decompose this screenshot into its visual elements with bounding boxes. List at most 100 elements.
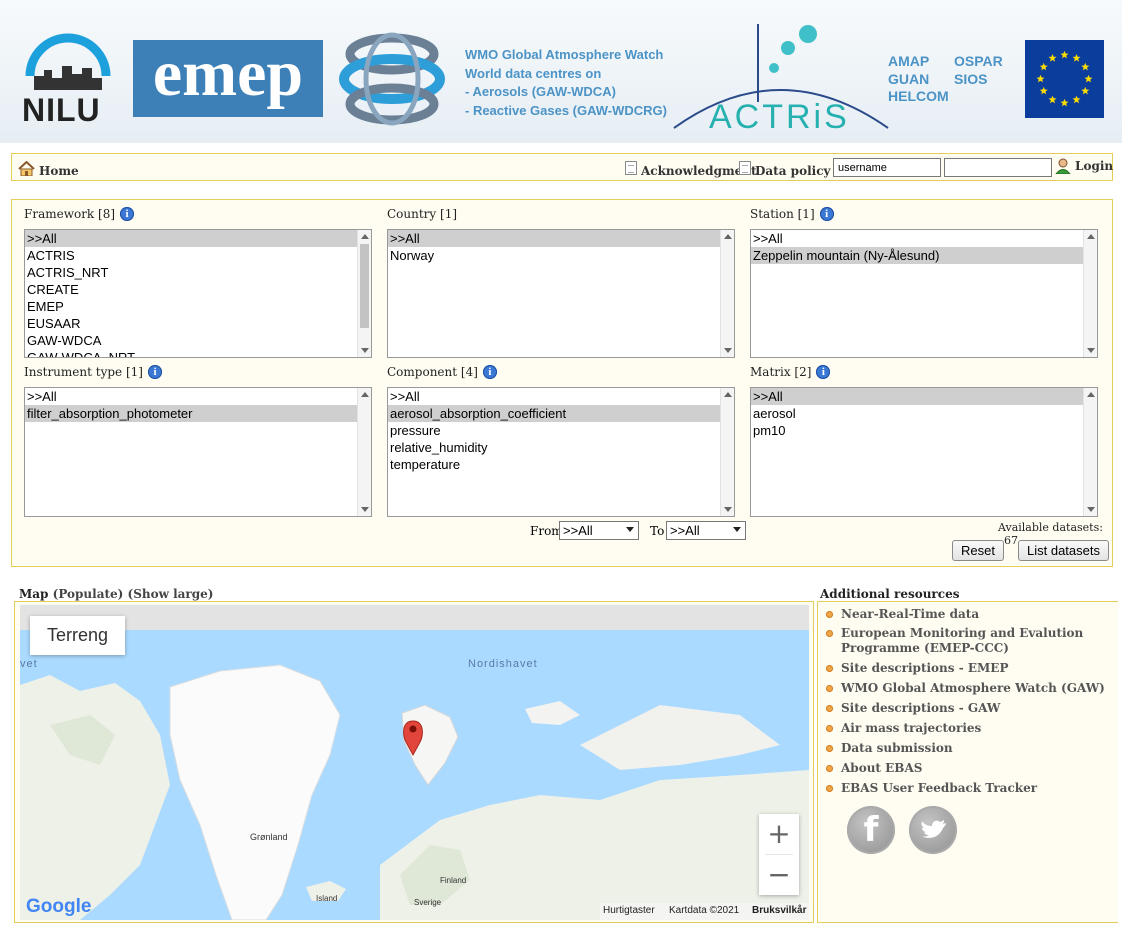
wmo-line: World data centres on	[465, 65, 602, 81]
framework-label: Framework [8]	[24, 207, 116, 221]
component-label-row: Component [4] i	[387, 365, 497, 379]
framework-option[interactable]: GAW-WDCA	[25, 332, 371, 349]
framework-label-row: Framework [8] i	[24, 207, 135, 221]
map-canvas[interactable]: Grønland Island Finland Sverige Nordisha…	[20, 605, 809, 920]
instrument-type-option[interactable]: filter_absorption_photometer	[25, 405, 357, 422]
framework-scrollbar[interactable]	[357, 230, 371, 357]
info-icon[interactable]: i	[120, 207, 135, 221]
show-large-link[interactable]: (Show large)	[128, 587, 214, 601]
available-datasets-label: Available datasets:	[998, 521, 1103, 534]
facebook-icon[interactable]: f	[847, 806, 895, 854]
network-label: HELCOM	[888, 88, 949, 104]
list-datasets-button[interactable]: List datasets	[1018, 540, 1109, 561]
login-button[interactable]: Login	[1055, 158, 1113, 174]
info-icon[interactable]: i	[482, 365, 497, 379]
country-option[interactable]: Norway	[388, 247, 734, 264]
info-icon[interactable]: i	[147, 365, 162, 379]
password-input[interactable]	[944, 158, 1052, 177]
station-option[interactable]: Zeppelin mountain (Ny-Ålesund)	[751, 247, 1083, 264]
framework-option[interactable]: ACTRIS	[25, 247, 371, 264]
matrix-option[interactable]: >>All	[751, 388, 1083, 405]
resource-label: Near-Real-Time data	[841, 607, 980, 621]
framework-option[interactable]: GAW-WDCA_NRT	[25, 349, 371, 357]
component-label: Component [4]	[387, 365, 478, 379]
zoom-in-button[interactable]: +	[759, 814, 799, 854]
framework-option[interactable]: CREATE	[25, 281, 371, 298]
component-option[interactable]: >>All	[388, 388, 734, 405]
reset-button[interactable]: Reset	[952, 540, 1004, 561]
resource-label: Air mass trajectories	[841, 721, 982, 735]
resource-link[interactable]: Data submission	[826, 741, 953, 756]
document-icon	[739, 161, 751, 175]
component-option[interactable]: temperature	[388, 456, 734, 473]
country-listbox[interactable]: >>All Norway	[387, 229, 735, 358]
populate-link[interactable]: (Populate)	[53, 587, 124, 601]
from-date-value: >>All	[563, 523, 593, 538]
resource-link[interactable]: Site descriptions - GAW	[826, 701, 1000, 716]
framework-option[interactable]: >>All	[25, 230, 371, 247]
bullet-icon	[826, 785, 833, 792]
component-listbox[interactable]: >>All aerosol_absorption_coefficient pre…	[387, 387, 735, 517]
resource-label: Data submission	[841, 741, 953, 755]
resource-label: About EBAS	[841, 761, 923, 775]
username-input[interactable]	[833, 158, 941, 177]
framework-option[interactable]: ACTRIS_NRT	[25, 264, 371, 281]
resource-link[interactable]: European Monitoring and Evalution Progra…	[826, 626, 1106, 656]
resource-link[interactable]: WMO Global Atmosphere Watch (GAW)	[826, 681, 1105, 696]
acknowledgment-link[interactable]: Acknowledgment	[625, 158, 757, 178]
network-label: GUAN	[888, 70, 930, 87]
instrument-type-listbox[interactable]: >>All filter_absorption_photometer	[24, 387, 372, 517]
data-policy-label: Data policy	[755, 164, 831, 178]
component-option[interactable]: aerosol_absorption_coefficient	[388, 405, 720, 422]
country-label: Country [1]	[387, 207, 458, 221]
station-label: Station [1]	[750, 207, 815, 221]
to-label: To	[650, 524, 665, 538]
twitter-bird-icon	[921, 820, 946, 838]
emep-logo: emep	[133, 40, 323, 117]
data-policy-link[interactable]: Data policy	[739, 158, 830, 178]
station-listbox[interactable]: >>All Zeppelin mountain (Ny-Ålesund)	[750, 229, 1098, 358]
instrument-type-label: Instrument type [1]	[24, 365, 143, 379]
wmo-line: WMO Global Atmosphere Watch	[465, 47, 664, 62]
component-option[interactable]: relative_humidity	[388, 439, 734, 456]
from-date-select[interactable]: >>All	[559, 521, 639, 540]
terms-link[interactable]: Bruksvilkår	[752, 905, 806, 916]
station-option[interactable]: >>All	[751, 230, 1097, 247]
country-option[interactable]: >>All	[388, 230, 720, 247]
matrix-option[interactable]: aerosol	[751, 405, 1097, 422]
resource-link[interactable]: EBAS User Feedback Tracker	[826, 781, 1037, 796]
twitter-icon[interactable]	[909, 806, 957, 854]
resource-label: European Monitoring and Evalution Progra…	[841, 626, 1084, 655]
info-icon[interactable]: i	[816, 365, 831, 379]
home-link[interactable]: Home	[18, 158, 79, 178]
wmo-line: - Aerosols (GAW-WDCA)	[465, 84, 616, 99]
framework-option[interactable]: EMEP	[25, 298, 371, 315]
to-date-select[interactable]: >>All	[666, 521, 746, 540]
station-scrollbar[interactable]	[1083, 230, 1097, 357]
map-label-finland: Finland	[440, 876, 466, 885]
instrument-type-option[interactable]: >>All	[25, 388, 371, 405]
country-scrollbar[interactable]	[720, 230, 734, 357]
matrix-option[interactable]: pm10	[751, 422, 1097, 439]
resource-link[interactable]: Near-Real-Time data	[826, 607, 979, 622]
matrix-scrollbar[interactable]	[1083, 388, 1097, 516]
keyboard-shortcuts-link[interactable]: Hurtigtaster	[603, 905, 655, 916]
instrument-type-scrollbar[interactable]	[357, 388, 371, 516]
zoom-control: + −	[759, 814, 799, 895]
map-type-button[interactable]: Terreng	[30, 616, 125, 655]
framework-listbox[interactable]: >>All ACTRIS ACTRIS_NRT CREATE EMEP EUSA…	[24, 229, 372, 358]
eu-flag-icon	[1025, 40, 1104, 118]
info-icon[interactable]: i	[819, 207, 834, 221]
map-title-row: Map (Populate) (Show large)	[19, 587, 213, 601]
resource-link[interactable]: About EBAS	[826, 761, 922, 776]
to-date-value: >>All	[670, 523, 700, 538]
network-label: AMAP	[888, 53, 930, 69]
resource-link[interactable]: Site descriptions - EMEP	[826, 661, 1008, 676]
component-scrollbar[interactable]	[720, 388, 734, 516]
zoom-out-button[interactable]: −	[759, 855, 799, 895]
matrix-listbox[interactable]: >>All aerosol pm10	[750, 387, 1098, 517]
component-option[interactable]: pressure	[388, 422, 734, 439]
networks-list: OSPAR SIOS	[954, 53, 1003, 88]
framework-option[interactable]: EUSAAR	[25, 315, 371, 332]
resource-link[interactable]: Air mass trajectories	[826, 721, 981, 736]
